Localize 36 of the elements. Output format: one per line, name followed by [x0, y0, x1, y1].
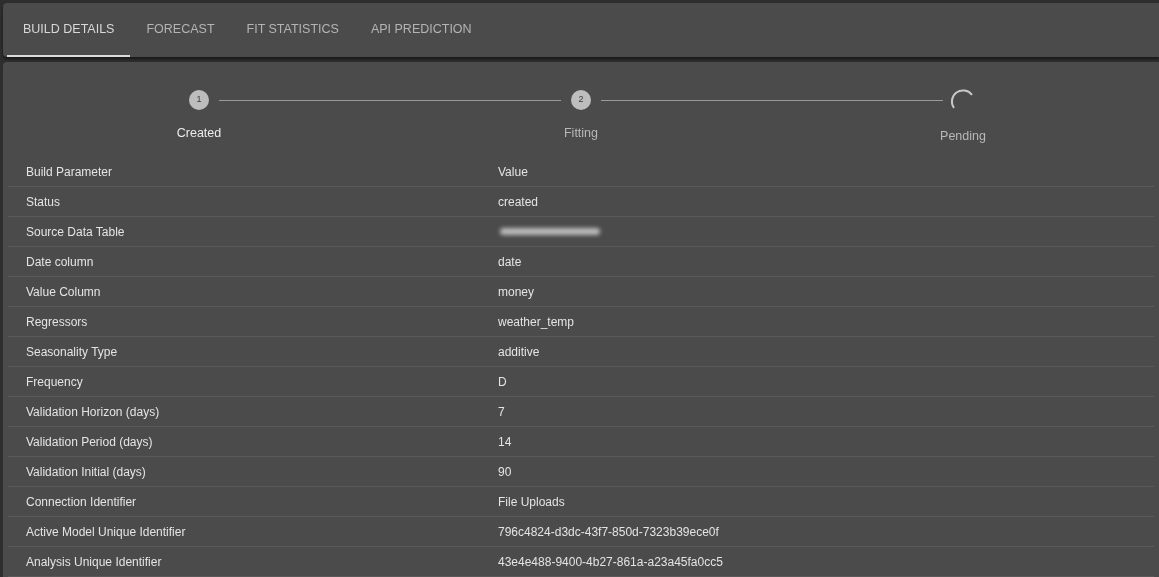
- table-cell-text: D: [498, 373, 507, 391]
- table-cell-text: 796c4824-d3dc-43f7-850d-7323b39ece0f: [498, 523, 719, 541]
- step-number: 2: [571, 90, 591, 110]
- table-cell-text: Source Data Table: [25, 223, 126, 241]
- table-cell-text: Validation Horizon (days): [25, 403, 161, 421]
- table-cell-text: 7: [498, 403, 505, 421]
- table-cell-text: Regressors: [25, 313, 89, 331]
- table-cell-text: Frequency: [25, 373, 84, 391]
- table-cell-text: Seasonality Type: [25, 343, 119, 361]
- table-cell-text: weather_temp: [498, 313, 575, 331]
- table-cell-text: 43e4e488-9400-4b27-861a-a23a45fa0cc5: [498, 553, 723, 571]
- table-cell-text: additive: [498, 343, 540, 361]
- table-cell-text: money: [498, 283, 535, 301]
- tab[interactable]: FIT STATISTICS: [230, 3, 355, 57]
- table-cell-text: File Uploads: [498, 493, 565, 511]
- table-cell-text: Status: [25, 193, 62, 211]
- step-number: 1: [189, 90, 209, 110]
- tab[interactable]: FORECAST: [130, 3, 231, 57]
- table-cell-text: Date column: [25, 253, 95, 271]
- table-cell-text: Validation Initial (days): [25, 463, 147, 481]
- step-label: Fitting: [563, 125, 598, 142]
- tab[interactable]: BUILD DETAILS: [7, 3, 131, 57]
- step-label: Created: [176, 125, 222, 142]
- table-cell-text: Connection Identifier: [25, 493, 138, 511]
- column-header: Build Parameter: [25, 163, 114, 181]
- table-cell-text: created: [498, 193, 539, 211]
- table-cell-text: Validation Period (days): [25, 433, 154, 451]
- column-header: Value: [498, 163, 528, 181]
- tab[interactable]: API PREDICTION: [354, 3, 488, 57]
- table-cell-text: Active Model Unique Identifier: [25, 523, 187, 541]
- table-cell-text: 14: [498, 433, 512, 451]
- step-label: Pending: [940, 128, 986, 145]
- table-cell-text: date: [498, 253, 522, 271]
- table-cell-text: 90: [498, 463, 512, 481]
- table-cell-text: Analysis Unique Identifier: [25, 553, 163, 571]
- table-cell-text: Value Column: [25, 283, 102, 301]
